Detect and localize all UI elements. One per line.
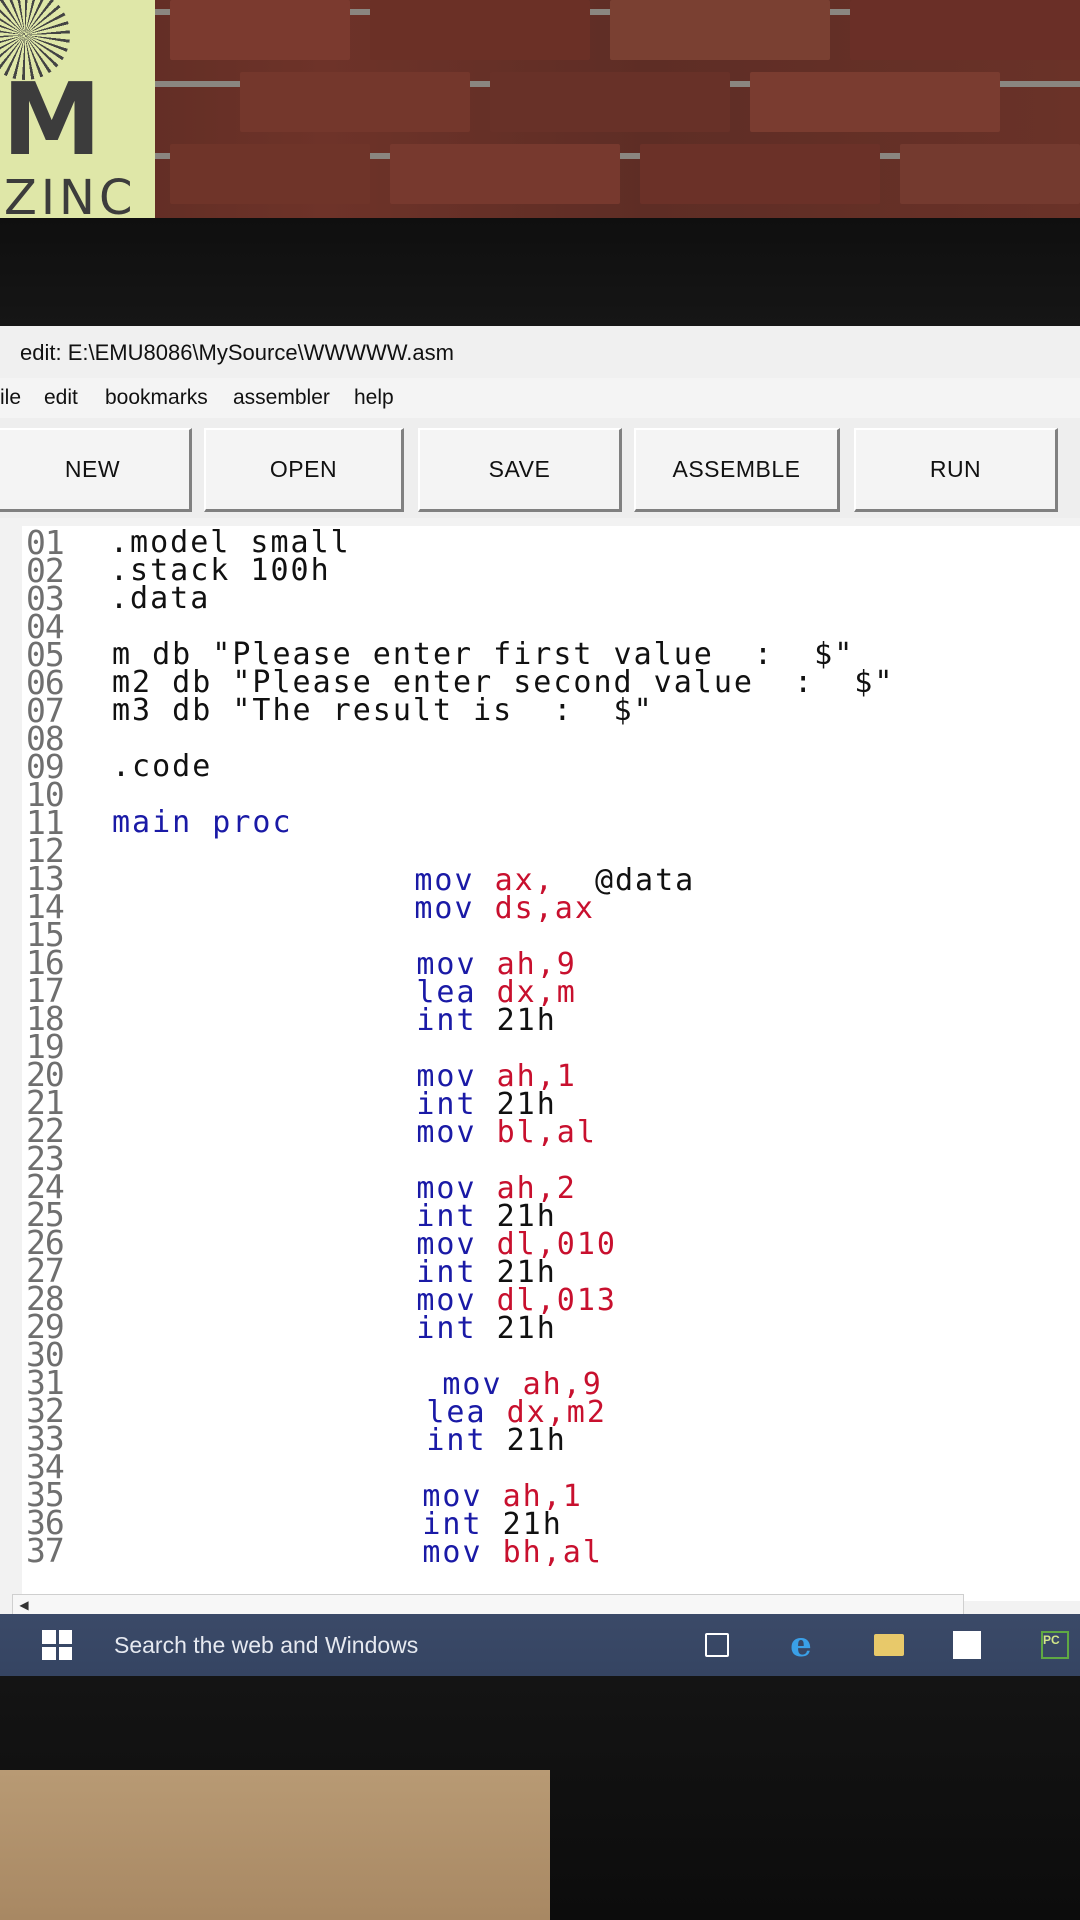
wall-poster: M ZINC <box>0 0 155 225</box>
window-title: edit: E:\EMU8086\MySource\WWWWW.asm <box>20 340 454 365</box>
taskbar: Search the web and Windows e PC <box>0 1614 1080 1676</box>
open-button[interactable]: OPEN <box>204 428 404 512</box>
poster-letter: M <box>2 61 102 178</box>
code-line-7: m3 db "The result is : $" <box>112 693 654 728</box>
code-line-3: .data <box>110 581 211 616</box>
scroll-left-arrow-icon[interactable]: ◀ <box>13 1595 35 1615</box>
menu-edit[interactable]: edit <box>44 386 78 410</box>
new-button[interactable]: NEW <box>0 428 192 512</box>
menu-bookmarks[interactable]: bookmarks <box>105 386 208 410</box>
operand: @data <box>594 863 696 898</box>
pc-badge-label: PC <box>1041 1631 1069 1659</box>
line-number: 37 <box>26 1531 65 1570</box>
edge-browser-icon[interactable]: e <box>784 1625 818 1665</box>
windows-start-icon[interactable] <box>42 1630 72 1660</box>
menu-file[interactable]: ile <box>0 386 21 410</box>
menu-help[interactable]: help <box>354 386 394 410</box>
toolbar: NEW OPEN SAVE ASSEMBLE RUN <box>0 418 1080 518</box>
monitor-bezel-top <box>0 218 1080 328</box>
opcode: mov <box>422 1535 483 1570</box>
assemble-button[interactable]: ASSEMBLE <box>634 428 840 512</box>
operand: bh,al <box>502 1535 603 1570</box>
taskbar-search-box[interactable]: Search the web and Windows <box>114 1632 418 1659</box>
save-button[interactable]: SAVE <box>418 428 622 512</box>
menu-assembler[interactable]: assembler <box>233 386 330 410</box>
run-button[interactable]: RUN <box>854 428 1058 512</box>
menu-bar: ile edit bookmarks assembler help <box>0 378 1080 418</box>
line-number-gutter: 01 02 03 04 05 06 07 08 09 10 11 12 13 1… <box>22 526 84 1601</box>
file-explorer-icon[interactable] <box>872 1628 906 1662</box>
store-icon[interactable] <box>950 1628 984 1662</box>
code-line-11: main proc <box>112 805 293 840</box>
code-line-36: mov bh,al <box>302 1508 603 1598</box>
brick-wall: M ZINC <box>0 0 1080 225</box>
monitor-screen: edit: E:\EMU8086\MySource\WWWWW.asm ile … <box>0 326 1080 1676</box>
title-bar: edit: E:\EMU8086\MySource\WWWWW.asm <box>0 326 1080 379</box>
pc-app-icon[interactable]: PC <box>1038 1628 1072 1662</box>
horizontal-scrollbar[interactable]: ◀ <box>12 1594 964 1616</box>
poster-subtitle: ZINC <box>4 170 137 225</box>
task-view-icon[interactable] <box>700 1628 734 1662</box>
code-editor[interactable]: 01 02 03 04 05 06 07 08 09 10 11 12 13 1… <box>22 526 1080 1601</box>
desk-surface <box>0 1770 550 1920</box>
code-line-9: .code <box>112 749 213 784</box>
